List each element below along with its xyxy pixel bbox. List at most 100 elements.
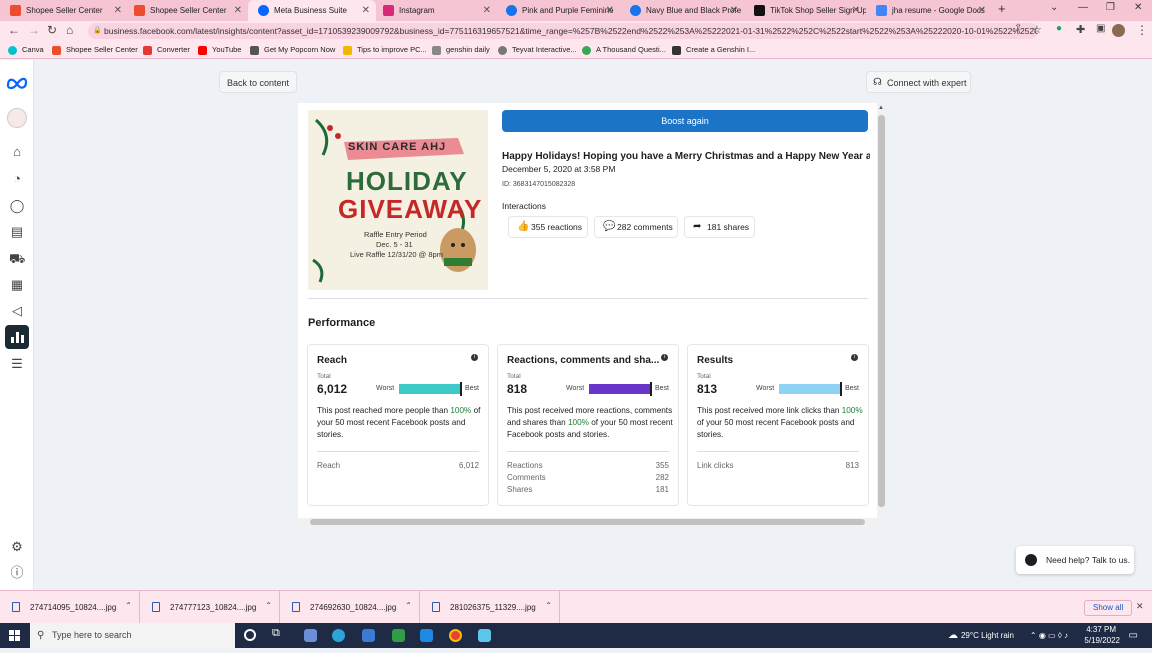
download-item[interactable]: 281026375_11329....jpg ⌃ <box>420 591 560 624</box>
cortana-icon[interactable] <box>244 629 256 641</box>
show-all-button[interactable]: Show all <box>1084 600 1133 616</box>
close-icon[interactable]: ✕ <box>114 0 122 21</box>
forward-arrow-icon[interactable]: → <box>28 23 40 37</box>
tab-tiktok[interactable]: TikTok Shop Seller Sign Up ✕ <box>744 0 866 21</box>
maximize-button[interactable]: ❐ <box>1106 2 1115 13</box>
canva-icon <box>8 46 17 55</box>
settings-gear-icon[interactable]: ⚙ <box>9 539 25 555</box>
edge-icon[interactable] <box>332 629 345 642</box>
task-view-icon[interactable]: ⧉ <box>272 627 280 640</box>
close-icon[interactable]: ✕ <box>362 0 370 21</box>
puzzle-icon[interactable]: ✚ <box>1076 23 1085 36</box>
tab-canva-pink[interactable]: Pink and Purple Feminine ✕ <box>496 0 620 21</box>
close-icon[interactable]: ✕ <box>483 0 491 21</box>
clock-date[interactable]: 5/19/2022 <box>1084 628 1120 653</box>
reload-icon[interactable]: ↻ <box>47 23 57 37</box>
bookmark-pc-tips[interactable]: Tips to improve PC... <box>343 44 427 56</box>
scroll-thumb-horizontal[interactable] <box>310 519 865 525</box>
scroll-up-arrow[interactable]: ▲ <box>878 105 884 111</box>
horizontal-scrollbar[interactable] <box>298 518 877 526</box>
tab-shopee-2[interactable]: Shopee Seller Center ✕ <box>124 0 248 21</box>
post-image[interactable]: SKIN CARE AHJ HOLIDAY GIVEAWAY Raffle En… <box>308 110 488 290</box>
help-icon[interactable]: ⓘ <box>9 565 25 581</box>
info-icon[interactable]: i <box>471 354 478 361</box>
notifications-icon[interactable]: ▭ <box>1129 623 1138 648</box>
download-item[interactable]: 274692630_10824....jpg ⌃ <box>280 591 420 624</box>
taskbar-app-icon[interactable] <box>478 629 491 642</box>
download-item[interactable]: 274777123_10824....jpg ⌃ <box>140 591 280 624</box>
close-downloads-icon[interactable]: ✕ <box>1136 601 1144 612</box>
extension-icon[interactable]: ● <box>1056 23 1062 34</box>
home-icon[interactable]: ⌂ <box>66 23 73 37</box>
help-chat-button[interactable]: Need help? Talk to us. <box>1016 546 1134 574</box>
download-item[interactable]: 274714095_10824....jpg ⌃ <box>0 591 140 624</box>
post-date: December 5, 2020 at 3:58 PM <box>502 164 616 174</box>
store-icon[interactable] <box>362 629 375 642</box>
window-close-button[interactable]: ✕ <box>1134 2 1142 13</box>
close-icon[interactable]: ✕ <box>234 0 242 21</box>
back-arrow-icon[interactable]: ← <box>8 23 20 37</box>
vertical-scrollbar[interactable]: ▲ <box>877 103 886 519</box>
notifications-icon[interactable]: ◔ <box>9 171 25 187</box>
tray-icons[interactable]: ⌃ ◉ ▭ ◊ ♪ <box>1030 623 1068 648</box>
ads-icon[interactable]: ◁ <box>9 303 25 319</box>
mail-icon[interactable] <box>420 629 433 642</box>
tab-meta-business-suite[interactable]: Meta Business Suite ✕ <box>248 0 376 21</box>
planner-icon[interactable]: ▦ <box>9 277 25 293</box>
bookmark-create-genshin[interactable]: Create a Genshin I... <box>672 44 755 56</box>
page-avatar[interactable] <box>7 108 27 128</box>
bookmark-genshin-daily[interactable]: genshin daily <box>432 44 490 56</box>
taskbar-search-input[interactable]: ⚲ Type here to search <box>30 623 235 648</box>
close-icon[interactable]: ✕ <box>730 0 738 21</box>
windows-start-icon[interactable] <box>9 630 20 641</box>
menu-icon[interactable]: ⋮ <box>1136 23 1148 37</box>
bookmark-shopee[interactable]: Shopee Seller Center <box>52 44 138 56</box>
reactions-pill[interactable]: 👍 355 reactions <box>508 216 588 238</box>
tab-search-icon[interactable]: ⌄ <box>1050 2 1058 13</box>
chevron-up-icon[interactable]: ⌃ <box>404 601 411 610</box>
meta-logo-icon[interactable] <box>6 76 28 90</box>
back-to-content-button[interactable]: Back to content <box>219 71 297 93</box>
all-tools-icon[interactable]: ☰ <box>9 356 25 372</box>
url-bar[interactable]: 🔒 business.facebook.com/latest/insights/c… <box>88 23 1038 39</box>
taskbar-app-icon[interactable] <box>304 629 317 642</box>
tab-instagram[interactable]: Instagram ✕ <box>373 0 497 21</box>
scroll-thumb[interactable] <box>878 115 885 507</box>
close-icon[interactable]: ✕ <box>978 0 986 21</box>
close-icon[interactable]: ✕ <box>852 0 860 21</box>
inbox-icon[interactable]: ◯ <box>9 198 25 214</box>
shares-pill[interactable]: ➦ 181 shares <box>684 216 755 238</box>
bookmark-canva[interactable]: Canva <box>8 44 44 56</box>
share-icon[interactable]: ⇪ <box>1014 23 1022 34</box>
chrome-icon[interactable] <box>449 629 462 642</box>
commerce-icon[interactable]: ⛟ <box>9 251 25 267</box>
connect-with-expert-button[interactable]: ☊ Connect with expert <box>866 71 971 93</box>
boost-again-button[interactable]: Boost again <box>502 110 868 132</box>
close-icon[interactable]: ✕ <box>606 0 614 21</box>
chevron-up-icon[interactable]: ⌃ <box>264 601 271 610</box>
bookmark-thousand-questions[interactable]: A Thousand Questi... <box>582 44 666 56</box>
profile-avatar[interactable] <box>1112 24 1125 37</box>
tab-shopee-1[interactable]: Shopee Seller Center ✕ <box>0 0 128 21</box>
chevron-up-icon[interactable]: ⌃ <box>544 601 551 610</box>
home-icon[interactable]: ⌂ <box>9 144 25 160</box>
best-label: Best <box>465 385 480 392</box>
sidebar-icon[interactable]: ▣ <box>1096 23 1105 34</box>
info-icon[interactable]: i <box>661 354 668 361</box>
tab-google-docs[interactable]: jha resume - Google Docs ✕ <box>866 0 992 21</box>
comments-pill[interactable]: 💬 282 comments <box>594 216 678 238</box>
bookmark-youtube[interactable]: YouTube <box>198 44 241 56</box>
weather-text[interactable]: 29°C Light rain <box>961 623 1014 648</box>
tab-canva-navy[interactable]: Navy Blue and Black Profe ✕ <box>620 0 744 21</box>
bookmark-converter[interactable]: Converter <box>143 44 190 56</box>
chevron-up-icon[interactable]: ⌃ <box>124 601 131 610</box>
bookmark-star-icon[interactable]: ☆ <box>1032 23 1042 36</box>
bookmark-teyvat[interactable]: Teyvat Interactive... <box>498 44 577 56</box>
new-tab-button[interactable]: + <box>998 1 1006 16</box>
info-icon[interactable]: i <box>851 354 858 361</box>
posts-icon[interactable]: ▤ <box>9 224 25 240</box>
bookmark-popcorn[interactable]: Get My Popcorn Now <box>250 44 335 56</box>
insights-icon[interactable] <box>5 325 29 349</box>
minimize-button[interactable]: — <box>1078 2 1088 13</box>
microsoft-store-icon[interactable] <box>392 629 405 642</box>
